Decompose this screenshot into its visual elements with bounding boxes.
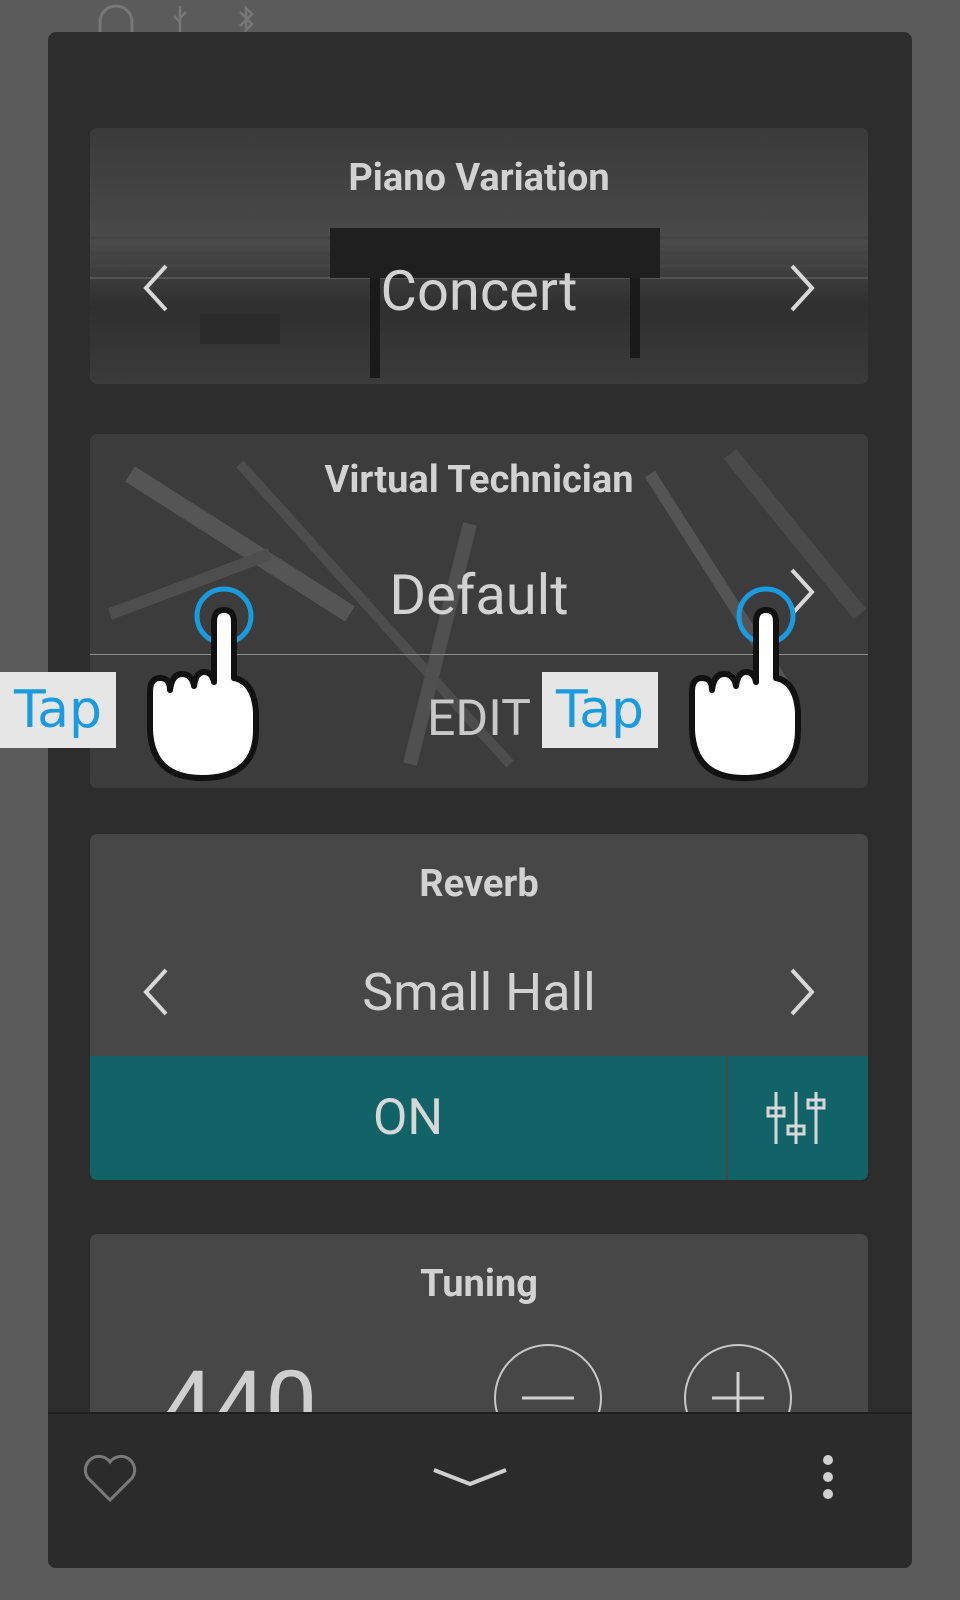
card-title: Piano Variation	[348, 156, 610, 200]
usb-icon	[173, 6, 187, 32]
reverb-type-value: Small Hall	[362, 962, 596, 1023]
bluetooth-icon	[239, 4, 254, 34]
chevron-right-icon[interactable]	[782, 258, 822, 318]
sliders-icon	[766, 1092, 826, 1144]
bottom-bar	[48, 1412, 912, 1568]
reverb-settings-button[interactable]	[728, 1056, 868, 1180]
card-title: Tuning	[420, 1262, 538, 1306]
reverb-card: Reverb Small Hall ON	[90, 834, 868, 1180]
card-title: Reverb	[419, 862, 539, 906]
tap-hand-icon	[147, 586, 259, 781]
tap-hand-icon	[689, 586, 801, 781]
sound-settings-panel: Piano Variation Concert Virtual Technici…	[48, 32, 912, 1568]
card-title: Virtual Technician	[324, 458, 634, 502]
chevron-right-icon[interactable]	[782, 962, 822, 1022]
status-bar	[96, 4, 296, 34]
headphones-icon	[98, 4, 134, 32]
piano-variation-value: Concert	[380, 258, 578, 324]
tap-annotation-left: Tap	[0, 672, 116, 748]
piano-variation-card[interactable]: Piano Variation Concert	[90, 128, 868, 384]
reverb-on-toggle[interactable]: ON	[90, 1056, 726, 1180]
favorite-heart-icon[interactable]	[80, 1450, 140, 1504]
collapse-chevron-icon[interactable]	[430, 1462, 510, 1492]
tap-annotation-right: Tap	[542, 672, 658, 748]
more-vert-icon[interactable]	[818, 1452, 838, 1502]
